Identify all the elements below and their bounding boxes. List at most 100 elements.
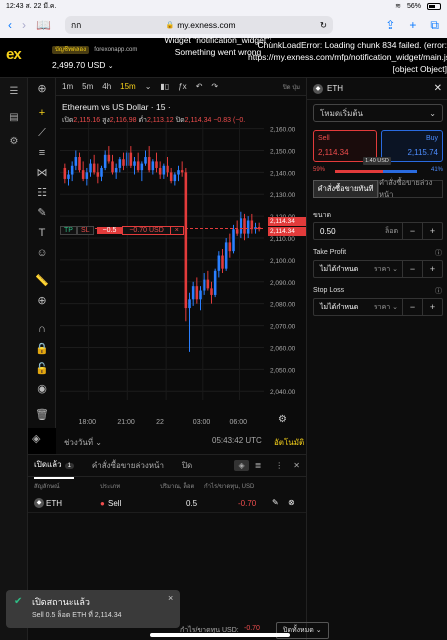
calendar-icon[interactable]: ▤ xyxy=(8,112,20,124)
wifi-icon: ≋ xyxy=(395,3,401,10)
info-icon[interactable]: ⓘ xyxy=(435,248,442,258)
toast-title: เปิดสถานะแล้ว xyxy=(32,597,90,607)
auto-scale-button[interactable]: อัตโนมัติ xyxy=(274,436,304,449)
indicators-toggle[interactable]: ปิด ปุ่ม xyxy=(283,82,300,92)
menu-icon[interactable]: ☰ xyxy=(8,86,20,98)
group-icon[interactable]: ◈ xyxy=(234,460,249,471)
sl-input[interactable]: ไม่ได้กำหนด xyxy=(314,302,374,313)
close-position-button[interactable]: × xyxy=(170,226,184,235)
x-tick-label: 22 xyxy=(156,419,164,426)
trash-icon[interactable]: 🗑 xyxy=(35,408,49,422)
tp-plus-button[interactable]: + xyxy=(422,261,442,277)
layers-icon[interactable]: ◈ xyxy=(32,432,40,445)
volume-minus-button[interactable]: − xyxy=(402,223,422,239)
sl-unit-select[interactable]: ราคา ⌄ xyxy=(374,302,402,313)
reader-aa[interactable]: กก xyxy=(71,18,81,32)
candle-body xyxy=(92,163,96,173)
x-tick-label: 18:00 xyxy=(79,419,97,426)
chart-title: Ethereum vs US Dollar · 15 · xyxy=(62,102,171,112)
candles-icon[interactable]: ▮▯ xyxy=(160,82,169,91)
tp-minus-button[interactable]: − xyxy=(402,261,422,277)
candle-body xyxy=(246,220,250,234)
eye-icon[interactable]: ◉ xyxy=(35,382,49,396)
exness-logo[interactable]: ex xyxy=(6,46,32,66)
ruler-icon[interactable]: 📏 xyxy=(35,274,49,288)
fib-icon[interactable]: ☷ xyxy=(35,186,49,200)
settings-icon[interactable]: ⚙ xyxy=(278,414,287,425)
brush-icon[interactable]: ✎ xyxy=(35,206,49,220)
chevron-down-icon[interactable]: ⌄ xyxy=(145,82,152,91)
candle-body xyxy=(78,157,81,171)
y-tick-label: 2,060.00 xyxy=(270,345,296,352)
undo-icon[interactable]: ↶ xyxy=(196,82,203,91)
url-bar[interactable]: กก 🔒 my.exness.com ↻ xyxy=(64,16,333,34)
tabs-icon[interactable]: ⧉ xyxy=(430,18,439,33)
text-icon[interactable]: T xyxy=(35,226,49,240)
tp-input[interactable]: ไม่ได้กำหนด xyxy=(314,264,374,275)
close-circle-icon[interactable]: ⊗ xyxy=(288,498,295,507)
tab-closed[interactable]: ปิด xyxy=(182,459,192,472)
tp-unit-select[interactable]: ราคา ⌄ xyxy=(374,264,402,275)
tf-5m[interactable]: 5m xyxy=(82,82,93,91)
candle-body xyxy=(224,242,228,269)
chevron-down-icon: ⌄ xyxy=(107,63,114,70)
price-chart[interactable]: 2,160.002,150.002,140.002,130.002,120.00… xyxy=(56,96,306,454)
date-range-button[interactable]: ช่วงวันที่ ⌄ xyxy=(64,436,102,449)
tab-pending-orders[interactable]: คำสั่งซื้อขายล่วงหน้า xyxy=(92,459,164,472)
table-row[interactable]: ◆ ETH ● Sell 0.5 -0.70 ✎ ⊗ xyxy=(28,495,306,513)
trendline-icon[interactable]: ⟋ xyxy=(35,126,49,140)
toast-close-button[interactable]: × xyxy=(168,593,173,603)
info-icon[interactable]: ⓘ xyxy=(435,286,442,296)
tab-market-order[interactable]: คำสั่งซื้อขายทันที xyxy=(313,180,378,198)
volume-plus-button[interactable]: + xyxy=(422,223,442,239)
gear-icon[interactable]: ⚙ xyxy=(8,136,20,148)
sl-plus-button[interactable]: + xyxy=(422,299,442,315)
home-indicator xyxy=(150,633,290,637)
crosshair-icon[interactable]: + xyxy=(35,106,49,120)
y-tick-label: 2,130.00 xyxy=(270,192,296,199)
book-icon[interactable]: 📖 xyxy=(36,18,51,32)
chart-toolbar: 1m 5m 4h 15m ⌄ ▮▯ ƒx ↶ ↷ ปิด ปุ่ม xyxy=(56,78,306,96)
forward-icon[interactable]: › xyxy=(22,18,26,32)
new-tab-icon[interactable]: + xyxy=(409,18,416,33)
zoom-icon[interactable]: ⊕ xyxy=(35,294,49,308)
tab-pending-order[interactable]: คำสั่งซื้อขายล่วงหน้า xyxy=(378,178,443,199)
more-icon[interactable]: ⋮ xyxy=(275,461,283,470)
tf-15m[interactable]: 15m xyxy=(120,82,136,91)
candle-body xyxy=(228,242,232,252)
tp-button[interactable]: TP xyxy=(60,226,77,235)
tf-1m[interactable]: 1m xyxy=(62,82,73,91)
lock-drawing-icon[interactable]: 🔒 xyxy=(35,342,49,356)
order-panel: ◆ ETH ✕ โหมดเริ่มต้น ⌄ Sell 2,114.34 Buy … xyxy=(306,78,447,640)
lock-alt-icon[interactable]: 🔓 xyxy=(35,362,49,376)
sl-minus-button[interactable]: − xyxy=(402,299,422,315)
positions-tabs: เปิดแล้ว 1 คำสั่งซื้อขายล่วงหน้า ปิด ◈ ≣ … xyxy=(28,452,306,479)
indicator-icon[interactable]: ƒx xyxy=(178,82,186,91)
add-icon[interactable]: ⊕ xyxy=(35,82,49,96)
reload-icon[interactable]: ↻ xyxy=(320,20,327,31)
pattern-icon[interactable]: ⋈ xyxy=(35,166,49,180)
layers-icon[interactable]: ≣ xyxy=(255,461,262,470)
candle-body xyxy=(180,170,184,173)
close-icon[interactable]: ✕ xyxy=(434,83,442,94)
symbol-header: ◆ ETH ✕ xyxy=(307,78,447,100)
emoji-icon[interactable]: ☺ xyxy=(35,246,49,260)
magnet-icon[interactable]: ∩ xyxy=(35,322,49,336)
status-date: ส. 22 มี.ค. xyxy=(25,2,57,10)
order-mode-select[interactable]: โหมดเริ่มต้น ⌄ xyxy=(313,104,443,122)
edit-icon[interactable]: ✎ xyxy=(272,498,279,507)
candle-body xyxy=(151,161,155,171)
tab-open-positions[interactable]: เปิดแล้ว 1 xyxy=(34,452,74,479)
status-time: 12:43 xyxy=(6,2,24,10)
notification-toast: ✔ เปิดสถานะแล้ว Sell 0.5 ล็อต ETH ที่ 2,… xyxy=(6,590,180,628)
close-icon[interactable]: ✕ xyxy=(293,461,300,470)
redo-icon[interactable]: ↷ xyxy=(211,82,218,91)
tf-4h[interactable]: 4h xyxy=(102,82,111,91)
share-icon[interactable]: ⇪ xyxy=(385,18,395,33)
sl-button[interactable]: SL xyxy=(76,226,94,235)
position-pl: −0.70 USD xyxy=(122,226,171,235)
parallel-lines-icon[interactable]: ≡ xyxy=(35,146,49,160)
volume-input[interactable]: 0.50 xyxy=(314,227,385,236)
back-icon[interactable]: ‹ xyxy=(8,18,12,32)
account-switcher[interactable]: บัญชีทดลอง forexonapp.com 2,499.70 USD ⌄ xyxy=(52,44,137,70)
